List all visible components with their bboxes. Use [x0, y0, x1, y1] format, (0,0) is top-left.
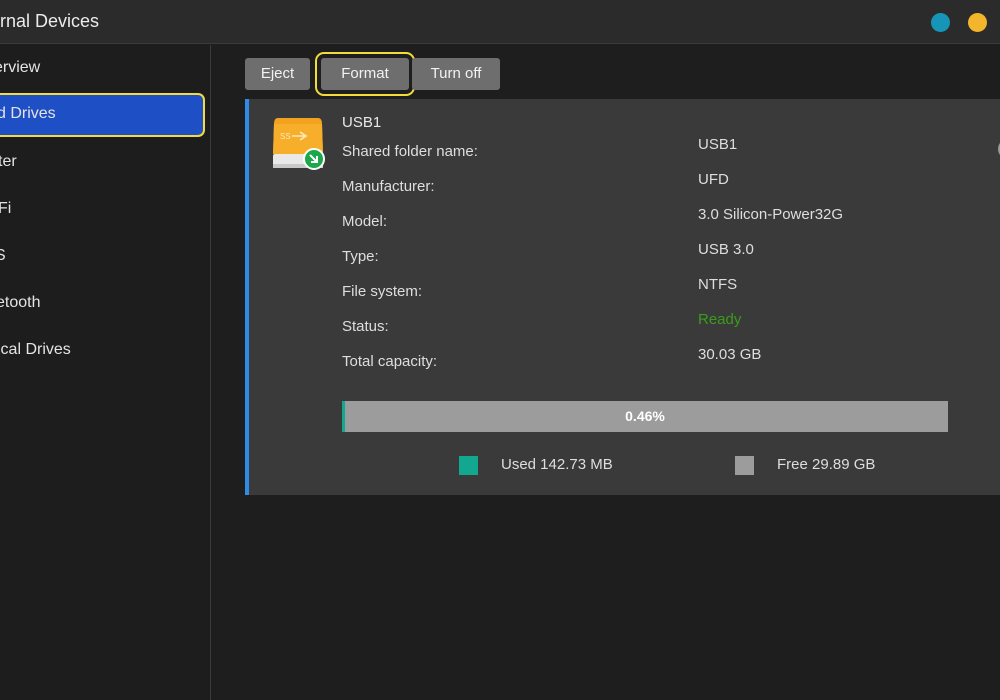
field-label: Model: [342, 213, 388, 230]
sidebar-item-label: ical Drives [0, 341, 71, 358]
title-bar: ernal Devices [0, 0, 1000, 44]
field-label: Manufacturer: [342, 178, 435, 195]
turn-off-button[interactable]: Turn off [412, 58, 500, 90]
used-legend-swatch [459, 456, 478, 475]
sidebar-item-label: d Drives [0, 105, 56, 122]
field-label: Shared folder name: [342, 143, 478, 160]
status-value: Ready [698, 311, 742, 328]
usb-drive-icon: SS [273, 118, 325, 170]
field-label: Status: [342, 318, 389, 335]
free-legend-label: Free 29.89 GB [777, 456, 876, 473]
field-value: NTFS [698, 276, 738, 293]
field-value: USB 3.0 [698, 241, 754, 258]
free-legend-swatch [735, 456, 754, 475]
sidebar-item-printer[interactable]: ter [0, 141, 205, 185]
field-label: Type: [342, 248, 379, 265]
window-title: ernal Devices [0, 11, 100, 31]
sidebar-item-label: ter [0, 153, 17, 170]
sidebar-item-usb-drives[interactable]: d Drives [0, 93, 205, 137]
field-label: File system: [342, 283, 423, 300]
main-panel: Eject Format Turn off SS USB1 Shared fol… [212, 45, 1000, 700]
sidebar-item-optical-drives[interactable]: ical Drives [0, 329, 205, 373]
window-control-yellow-dot[interactable] [968, 13, 987, 32]
sidebar-item-label: erview [0, 59, 41, 76]
sidebar-item-label: Fi [0, 200, 12, 217]
field-value: 3.0 Silicon-Power32G [698, 206, 844, 223]
svg-text:SS: SS [280, 132, 291, 141]
eject-button[interactable]: Eject [245, 58, 310, 90]
capacity-progress-bar: 0.46% [342, 401, 948, 432]
field-label: Total capacity: [342, 353, 438, 370]
sidebar-item-label: S [0, 247, 6, 264]
field-value: UFD [698, 171, 729, 188]
capacity-percent-label: 0.46% [625, 408, 665, 424]
field-value: USB1 [698, 136, 738, 153]
sidebar-item-wifi[interactable]: Fi [0, 188, 205, 232]
drive-card[interactable]: SS USB1 Shared folder name: USB1 Manufac… [245, 99, 1000, 495]
field-value: 30.03 GB [698, 346, 762, 363]
sidebar-item-ups[interactable]: S [0, 235, 205, 279]
format-button[interactable]: Format [315, 52, 415, 96]
sidebar-item-bluetooth[interactable]: etooth [0, 282, 205, 326]
sidebar: erview d Drives ter Fi S etooth ical Dri… [0, 45, 211, 700]
drive-name: USB1 [342, 114, 382, 131]
window-control-blue-dot[interactable] [931, 13, 950, 32]
used-legend-label: Used 142.73 MB [501, 456, 613, 473]
sidebar-item-label: etooth [0, 294, 41, 311]
sidebar-item-overview[interactable]: erview [0, 47, 205, 91]
